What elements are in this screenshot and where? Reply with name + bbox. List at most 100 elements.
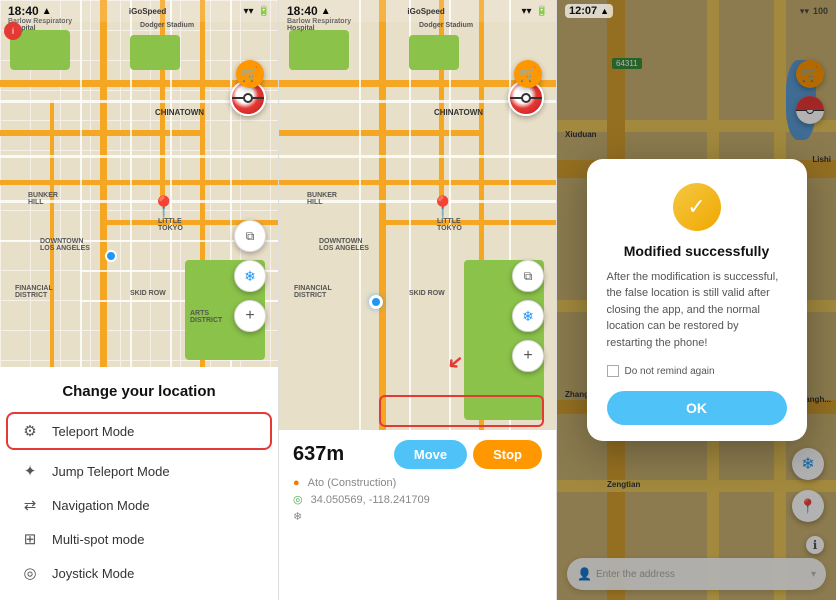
p2-map-label-dodger: Dodger Stadium: [419, 22, 473, 29]
map-label-bunker: BUNKERHILL: [28, 192, 58, 206]
arrow-1: ▲: [42, 6, 52, 17]
jump-icon: ✦: [20, 462, 40, 480]
p2-park-1: [289, 30, 349, 70]
panel-3: 64311 Xiuduan Lishi Zhangxi Shangh... Ze…: [556, 0, 836, 600]
battery-icon-2: 🔋: [536, 6, 548, 17]
modal-checkbox-label: Do not remind again: [625, 366, 715, 377]
modal-overlay: ✓ Modified successfully After the modifi…: [557, 0, 836, 600]
wifi-icon-2: ▾▾: [521, 6, 531, 17]
cart-button-1[interactable]: 🛒: [236, 60, 264, 88]
multi-label: Multi-spot mode: [52, 532, 144, 547]
wifi-icon-3: ▾▾: [800, 6, 809, 17]
road-wv3: [80, 0, 82, 367]
cart-button-2[interactable]: 🛒: [514, 60, 542, 88]
road-h3: [0, 180, 278, 185]
move-button[interactable]: Move: [394, 440, 467, 469]
arrow-2: ▲: [321, 6, 331, 17]
map-area-1: Barlow RespiratoryHospital Dodger Stadiu…: [0, 0, 278, 367]
map-label-financial: FINANCIALDISTRICT: [15, 285, 53, 299]
battery-icon-1: 🔋: [258, 6, 270, 17]
plus-button-1[interactable]: +: [234, 300, 266, 332]
map-label-chinatown: CHINATOWN: [155, 108, 204, 117]
location-name-row: ● Ato (Construction): [293, 477, 542, 489]
status-left-3: 12:07 ▲: [565, 4, 613, 18]
road-wh2: [0, 155, 278, 158]
copy-icon-1: ⧉: [246, 229, 255, 244]
plus-button-2[interactable]: +: [512, 340, 544, 372]
p2-park-2: [409, 35, 459, 70]
cart-icon-1: 🛒: [241, 66, 258, 83]
map-label-arts: ARTSDISTRICT: [190, 310, 222, 324]
move-stop-buttons: Move Stop: [394, 440, 542, 469]
status-bar-2: 18:40 ▲ iGoSpeed ▾▾ 🔋: [279, 0, 556, 22]
freeze-button-1[interactable]: ❄: [234, 260, 266, 292]
map-label-dodger: Dodger Stadium: [140, 22, 194, 29]
menu-item-joystick[interactable]: ◎ Joystick Mode: [20, 556, 258, 590]
menu-item-teleport[interactable]: ⚙ Teleport Mode: [6, 412, 272, 450]
wifi-icon-1: ▾▾: [243, 6, 253, 17]
modal-success-icon: ✓: [673, 183, 721, 231]
cart-icon-2: 🛒: [519, 66, 536, 83]
current-location-1: [105, 250, 117, 262]
location-name-text: Ato (Construction): [308, 477, 397, 489]
p2-map-label-chinatown: CHINATOWN: [434, 108, 483, 117]
location-dot-icon: ●: [293, 477, 300, 489]
modal-checkbox[interactable]: [607, 365, 619, 377]
freeze-icon-1: ❄: [244, 268, 256, 285]
copy-button-1[interactable]: ⧉: [234, 220, 266, 252]
coordinates-row: ◎ 34.050569, -118.241709: [293, 493, 542, 506]
status-time-3: 12:07: [569, 5, 597, 17]
joystick-icon: ◎: [20, 564, 40, 582]
map-label-skid: SKID ROW: [130, 290, 166, 297]
p2-map-label-financial: FINANCIALDISTRICT: [294, 285, 332, 299]
status-time-1: 18:40: [8, 4, 39, 18]
app-logo-1: i: [4, 22, 22, 40]
status-time-2: 18:40: [287, 4, 318, 18]
p2-map-label-downtown: DOWNTOWNLOS ANGELES: [319, 238, 369, 252]
modal-body: After the modification is successful, th…: [607, 269, 787, 352]
status-right-3: ▾▾ 100: [800, 6, 828, 17]
freeze-icon-2: ❄: [522, 308, 534, 325]
p2-road-v1: [379, 0, 386, 430]
distance-text: 637m: [293, 443, 344, 466]
plus-icon-1: +: [245, 307, 254, 325]
current-location-2: [369, 295, 383, 309]
road-v1: [100, 0, 107, 367]
road-v4: [50, 100, 54, 367]
location-pin-2: 📍: [429, 195, 456, 221]
menu-item-jump[interactable]: ✦ Jump Teleport Mode: [20, 454, 258, 488]
nav-label: Navigation Mode: [52, 498, 150, 513]
map-label-downtown: DOWNTOWNLOS ANGELES: [40, 238, 90, 252]
plus-icon-2: +: [523, 347, 532, 365]
p2-road-h4: [379, 220, 556, 225]
nav-icon: ⇄: [20, 496, 40, 514]
copy-button-2[interactable]: ⧉: [512, 260, 544, 292]
menu-item-nav[interactable]: ⇄ Navigation Mode: [20, 488, 258, 522]
battery-level-3: 100: [813, 6, 828, 16]
app-name-2: iGoSpeed: [407, 7, 444, 16]
modal-title: Modified successfully: [607, 243, 787, 259]
p2-road-wh2: [279, 155, 556, 158]
pokeball-center-2: [521, 93, 531, 103]
menu-item-multi[interactable]: ⊞ Multi-spot mode: [20, 522, 258, 556]
bottom-title-1: Change your location: [20, 383, 258, 400]
modal-box: ✓ Modified successfully After the modifi…: [587, 159, 807, 442]
bottom-menu-1: Change your location ⚙ Teleport Mode ✦ J…: [0, 367, 278, 600]
coordinates-text: 34.050569, -118.241709: [311, 494, 430, 506]
status-icons-2: ▾▾ 🔋: [521, 6, 548, 17]
distance-row: 637m Move Stop: [293, 440, 542, 469]
teleport-label: Teleport Mode: [52, 424, 134, 439]
status-icons-1: ▾▾ 🔋: [243, 6, 270, 17]
bottom-panel-2: 637m Move Stop ● Ato (Construction) ◎ 34…: [279, 430, 556, 600]
app-logo-icon-1: i: [4, 22, 22, 40]
status-bar-3: 12:07 ▲ ▾▾ 100: [557, 0, 836, 22]
stop-button[interactable]: Stop: [473, 440, 542, 469]
modal-ok-button[interactable]: OK: [607, 391, 787, 425]
location-pin-1: 📍: [150, 195, 177, 221]
freeze-button-2[interactable]: ❄: [512, 300, 544, 332]
panel-1: Barlow RespiratoryHospital Dodger Stadiu…: [0, 0, 278, 600]
teleport-icon: ⚙: [20, 422, 40, 440]
jump-label: Jump Teleport Mode: [52, 464, 170, 479]
multi-icon: ⊞: [20, 530, 40, 548]
p2-road-h3: [279, 180, 556, 185]
